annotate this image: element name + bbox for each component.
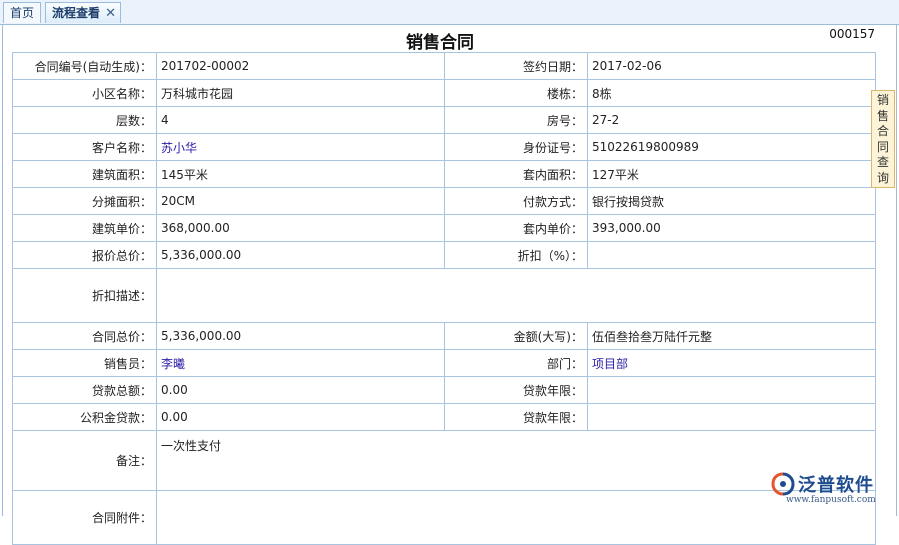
loan-total-value: 0.00 xyxy=(156,376,445,404)
provident-loan-term-label: 贷款年限： xyxy=(444,403,588,431)
building-area-label: 建筑面积： xyxy=(12,160,157,188)
shared-area-label: 分摊面积： xyxy=(12,187,157,215)
payment-method-label: 付款方式： xyxy=(444,187,588,215)
shared-area-value: 20CM xyxy=(156,187,445,215)
inner-area-label: 套内面积： xyxy=(444,160,588,188)
sales-contract-query-tab[interactable]: 销 售 合 同 查 询 xyxy=(871,90,895,188)
close-icon[interactable]: ✕ xyxy=(105,3,116,24)
room-number-label: 房号： xyxy=(444,106,588,134)
contract-total-label: 合同总价： xyxy=(12,322,157,350)
contract-total-value: 5,336,000.00 xyxy=(156,322,445,350)
side-tab-char: 查 xyxy=(876,155,889,170)
side-tab-char: 售 xyxy=(876,108,889,123)
department-link[interactable]: 项目部 xyxy=(587,349,876,377)
building-unit-price-value: 368,000.00 xyxy=(156,214,445,242)
side-tab-char: 同 xyxy=(876,139,889,154)
id-number-value: 51022619800989 xyxy=(587,133,876,161)
provident-loan-value: 0.00 xyxy=(156,403,445,431)
amount-in-words-label: 金额(大写)： xyxy=(444,322,588,350)
fanpu-logo: 泛普软件 www.fanpusoft.com xyxy=(770,471,895,511)
department-label: 部门： xyxy=(444,349,588,377)
form-row: 销售员： 李曦 部门： 项目部 xyxy=(12,349,876,377)
form-row: 建筑单价： 368,000.00 套内单价： 393,000.00 xyxy=(12,214,876,242)
form-row: 报价总价： 5,336,000.00 折扣（%）： xyxy=(12,241,876,269)
inner-area-value: 127平米 xyxy=(587,160,876,188)
floor-label: 层数： xyxy=(12,106,157,134)
discount-label: 折扣（%）： xyxy=(444,241,588,269)
room-number-value: 27-2 xyxy=(587,106,876,134)
quoted-total-label: 报价总价： xyxy=(12,241,157,269)
side-tab-char: 销 xyxy=(876,93,889,107)
amount-in-words-value: 伍佰叁拾叁万陆仟元整 xyxy=(587,322,876,350)
form-row: 贷款总额： 0.00 贷款年限： xyxy=(12,376,876,404)
side-tab-char: 询 xyxy=(876,170,889,185)
form-row: 公积金贷款： 0.00 贷款年限： xyxy=(12,403,876,431)
salesperson-link[interactable]: 李曦 xyxy=(156,349,445,377)
building-label: 楼栋： xyxy=(444,79,588,107)
form-row: 建筑面积： 145平米 套内面积： 127平米 xyxy=(12,160,876,188)
form-row: 折扣描述： xyxy=(12,268,876,323)
community-label: 小区名称： xyxy=(12,79,157,107)
community-value: 万科城市花园 xyxy=(156,79,445,107)
quoted-total-value: 5,336,000.00 xyxy=(156,241,445,269)
inner-unit-price-label: 套内单价： xyxy=(444,214,588,242)
building-value: 8栋 xyxy=(587,79,876,107)
provident-loan-term-value xyxy=(587,403,876,431)
page-title: 销售合同 xyxy=(406,33,474,53)
floor-value: 4 xyxy=(156,106,445,134)
loan-total-label: 贷款总额： xyxy=(12,376,157,404)
form-row: 备注： 一次性支付 xyxy=(12,430,876,491)
customer-name-label: 客户名称： xyxy=(12,133,157,161)
remarks-label: 备注： xyxy=(12,430,157,491)
sign-date-label: 签约日期： xyxy=(444,52,588,80)
discount-description-label: 折扣描述： xyxy=(12,268,157,323)
customer-name-link[interactable]: 苏小华 xyxy=(156,133,445,161)
building-unit-price-label: 建筑单价： xyxy=(12,214,157,242)
form-row: 小区名称： 万科城市花园 楼栋： 8栋 xyxy=(12,79,876,107)
form-row: 合同总价： 5,336,000.00 金额(大写)： 伍佰叁拾叁万陆仟元整 xyxy=(12,322,876,350)
contract-number-value: 201702-00002 xyxy=(156,52,445,80)
contract-number-label: 合同编号(自动生成)： xyxy=(12,52,157,80)
form-row: 合同附件： xyxy=(12,490,876,545)
tab-home[interactable]: 首页 xyxy=(3,2,41,23)
form-row: 分摊面积： 20CM 付款方式： 银行按揭贷款 xyxy=(12,187,876,215)
tab-bar: 首页 流程查看 ✕ xyxy=(0,0,899,25)
logo-name: 泛普软件 xyxy=(798,475,874,496)
logo-url: www.fanpusoft.com xyxy=(786,495,876,505)
side-tab-char: 合 xyxy=(876,124,889,139)
payment-method-value: 银行按揭贷款 xyxy=(587,187,876,215)
sign-date-value: 2017-02-06 xyxy=(587,52,876,80)
contract-form: 合同编号(自动生成)： 201702-00002 签约日期： 2017-02-0… xyxy=(12,52,876,545)
tab-label: 流程查看 xyxy=(51,6,100,20)
building-area-value: 145平米 xyxy=(156,160,445,188)
loan-term-value xyxy=(587,376,876,404)
attachment-label: 合同附件： xyxy=(12,490,157,545)
logo-icon xyxy=(771,472,795,496)
form-row: 客户名称： 苏小华 身份证号： 51022619800989 xyxy=(12,133,876,161)
document-number: 000157 xyxy=(829,27,875,41)
loan-term-label: 贷款年限： xyxy=(444,376,588,404)
form-row: 层数： 4 房号： 27-2 xyxy=(12,106,876,134)
salesperson-label: 销售员： xyxy=(12,349,157,377)
provident-loan-label: 公积金贷款： xyxy=(12,403,157,431)
discount-value xyxy=(587,241,876,269)
discount-description-value xyxy=(156,268,876,323)
inner-unit-price-value: 393,000.00 xyxy=(587,214,876,242)
id-number-label: 身份证号： xyxy=(444,133,588,161)
attachment-value[interactable] xyxy=(156,490,876,545)
remarks-value: 一次性支付 xyxy=(156,430,876,491)
form-row: 合同编号(自动生成)： 201702-00002 签约日期： 2017-02-0… xyxy=(12,52,876,80)
tab-process-view[interactable]: 流程查看 ✕ xyxy=(45,2,121,23)
